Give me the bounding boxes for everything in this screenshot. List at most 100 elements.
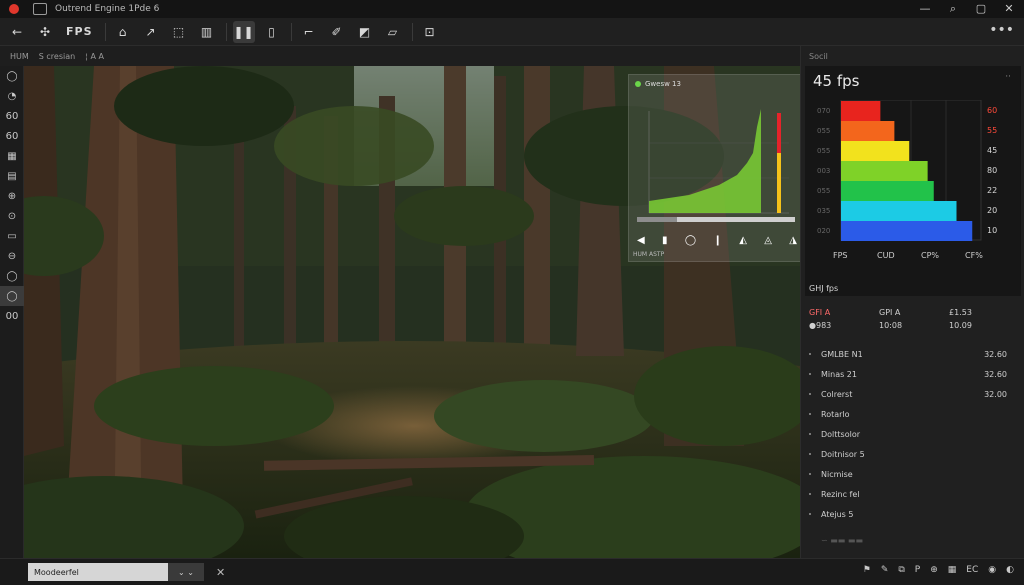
list-item[interactable]: Atejus 5 <box>807 504 1021 524</box>
graph-tool-c-button[interactable]: ◮ <box>789 235 797 246</box>
copy-icon[interactable]: ⧉ <box>898 565 904 575</box>
status-bar: Moodeerfel ⌄ ⌄ ✕ ⚑ ✎ ⧉ P ⊕ ▦ EC ◉ ◐ <box>0 558 1024 585</box>
active-circle-tool-icon[interactable]: ◯ <box>0 286 24 306</box>
left-tick-label: 035 <box>817 207 830 215</box>
minimize-button[interactable]: — <box>918 2 932 16</box>
pin-icon[interactable]: ⌂ <box>112 21 134 43</box>
subbar-mode[interactable]: HUM <box>10 52 29 61</box>
window-controls: — ⌕ ▢ ✕ <box>918 2 1016 16</box>
list-item-label: Doitnisor 5 <box>821 449 865 459</box>
frame-icon[interactable]: ▯ <box>261 21 283 43</box>
category-label: CP% <box>921 251 939 260</box>
list-item-label: Dolttsolor <box>821 429 861 439</box>
list-item-label: Rotarlo <box>821 409 850 419</box>
list-item[interactable]: Minas 21 32.60 <box>807 364 1021 384</box>
graph-footer: HUM ASTP <box>633 251 665 258</box>
right-tick-label: 10 <box>987 226 997 235</box>
graph-tool-a-button[interactable]: ◭ <box>739 235 747 246</box>
left-tick-label: 020 <box>817 227 830 235</box>
target-icon[interactable]: ⊙ <box>0 206 24 226</box>
left-tick-label: 003 <box>817 167 830 175</box>
viewport-subbar: HUM S cresian ¦ A A <box>0 46 800 66</box>
graph-marker-button[interactable]: ❙ <box>713 235 721 246</box>
timer-icon[interactable]: ◔ <box>0 86 24 106</box>
globe-icon[interactable]: ⊕ <box>930 565 938 575</box>
counter-60-b[interactable]: 60 <box>0 126 24 146</box>
brush-icon[interactable]: ✐ <box>326 21 348 43</box>
list-item[interactable]: Dolttsolor <box>807 424 1021 444</box>
layers-icon[interactable]: ▥ <box>196 21 218 43</box>
grid-icon[interactable]: ▦ <box>948 565 957 575</box>
list-item-value: 32.60 <box>984 349 1007 359</box>
list-item-value: 32.60 <box>984 369 1007 379</box>
close-button[interactable]: ✕ <box>1002 2 1016 16</box>
fps-button[interactable]: FPS <box>62 21 97 43</box>
flag-icon[interactable]: ⚑ <box>863 565 871 575</box>
more-menu-icon[interactable]: ••• <box>989 22 1014 38</box>
ec-label[interactable]: EC <box>966 565 978 575</box>
list-item[interactable]: Doitnisor 5 <box>807 444 1021 464</box>
list-item-value: 32.00 <box>984 389 1007 399</box>
stat-cell: 10:08 <box>879 321 903 330</box>
circle-tool-icon[interactable]: ◯ <box>0 66 24 86</box>
maximize-button[interactable]: ▢ <box>974 2 988 16</box>
back-icon[interactable]: ← <box>6 21 28 43</box>
record-icon[interactable]: ⊡ <box>419 21 441 43</box>
record-icon[interactable]: ◉ <box>988 565 996 575</box>
fps-bar <box>841 181 934 201</box>
left-tick-label: 055 <box>817 147 830 155</box>
search-button[interactable]: ⌕ <box>946 2 960 16</box>
ring-icon[interactable]: ◯ <box>0 266 24 286</box>
stat-cell: 10.09 <box>949 321 972 330</box>
category-label: FPS <box>833 251 848 260</box>
right-tick-label: 60 <box>987 106 997 115</box>
fps-more-icon[interactable]: ·· <box>1005 72 1011 82</box>
graph-header: Gwesw 13 <box>629 75 801 93</box>
edit-icon[interactable]: ✎ <box>881 565 889 575</box>
title-bar: Outrend Engine 1Pde 6 — ⌕ ▢ ✕ <box>0 0 1024 18</box>
bullet-icon <box>809 453 811 455</box>
add-icon[interactable]: ⊕ <box>0 186 24 206</box>
rect-icon[interactable]: ▭ <box>0 226 24 246</box>
record-dot-icon[interactable] <box>9 4 19 14</box>
transform-icon[interactable]: ✣ <box>34 21 56 43</box>
list-item[interactable]: Nicmise <box>807 464 1021 484</box>
list-item-label: GMLBE N1 <box>821 349 863 359</box>
live-indicator-icon <box>635 81 641 87</box>
pointer-icon[interactable]: ↗ <box>140 21 162 43</box>
counter-60-a[interactable]: 60 <box>0 106 24 126</box>
fps-bar <box>841 221 973 241</box>
p-icon[interactable]: P <box>915 565 920 575</box>
toolbar-divider <box>225 22 227 41</box>
subbar-camera[interactable]: S cresian <box>39 52 75 61</box>
list-item-label: Colrerst <box>821 389 853 399</box>
list-item[interactable]: Rotarlo <box>807 404 1021 424</box>
split-view-icon[interactable]: ❚❚ <box>232 20 255 43</box>
fps-bar <box>841 161 928 181</box>
subbar-glyphs[interactable]: ¦ A A <box>85 52 104 61</box>
tablet-icon[interactable]: ▱ <box>382 21 404 43</box>
graph-record-button[interactable]: ◯ <box>685 235 696 246</box>
list-icon[interactable]: ▤ <box>0 166 24 186</box>
metrics-list: GMLBE N1 32.60 Minas 21 32.60 Colrerst 32.0… <box>807 344 1021 524</box>
bullet-icon <box>809 413 811 415</box>
select-icon[interactable]: ⬚ <box>168 21 190 43</box>
list-item[interactable]: GMLBE N1 32.60 <box>807 344 1021 364</box>
toolbar-divider <box>104 22 106 41</box>
mode-field[interactable]: Moodeerfel <box>28 563 168 581</box>
grid-icon[interactable]: ▦ <box>0 146 24 166</box>
minus-icon[interactable]: ⊖ <box>0 246 24 266</box>
graph-tool-b-button[interactable]: ◬ <box>764 235 772 246</box>
close-field-icon[interactable]: ✕ <box>216 566 225 579</box>
counter-00[interactable]: 00 <box>0 306 24 326</box>
mode-dropdown[interactable]: ⌄ ⌄ <box>168 563 204 581</box>
graph-back-button[interactable]: ◀ <box>637 235 645 246</box>
list-item[interactable]: Colrerst 32.00 <box>807 384 1021 404</box>
graph-pause-button[interactable]: ▮ <box>662 235 668 246</box>
app-title: Outrend Engine 1Pde 6 <box>55 4 160 14</box>
fps-graph-overlay[interactable]: Gwesw 13 ◀ ▮ ◯ ❙ ◭ ◬ ◮ HUM ASTP <box>628 74 802 262</box>
pen-icon[interactable]: ⌐ <box>298 21 320 43</box>
list-item[interactable]: Rezinc fel <box>807 484 1021 504</box>
crop-icon[interactable]: ◩ <box>354 21 376 43</box>
theme-icon[interactable]: ◐ <box>1006 565 1014 575</box>
